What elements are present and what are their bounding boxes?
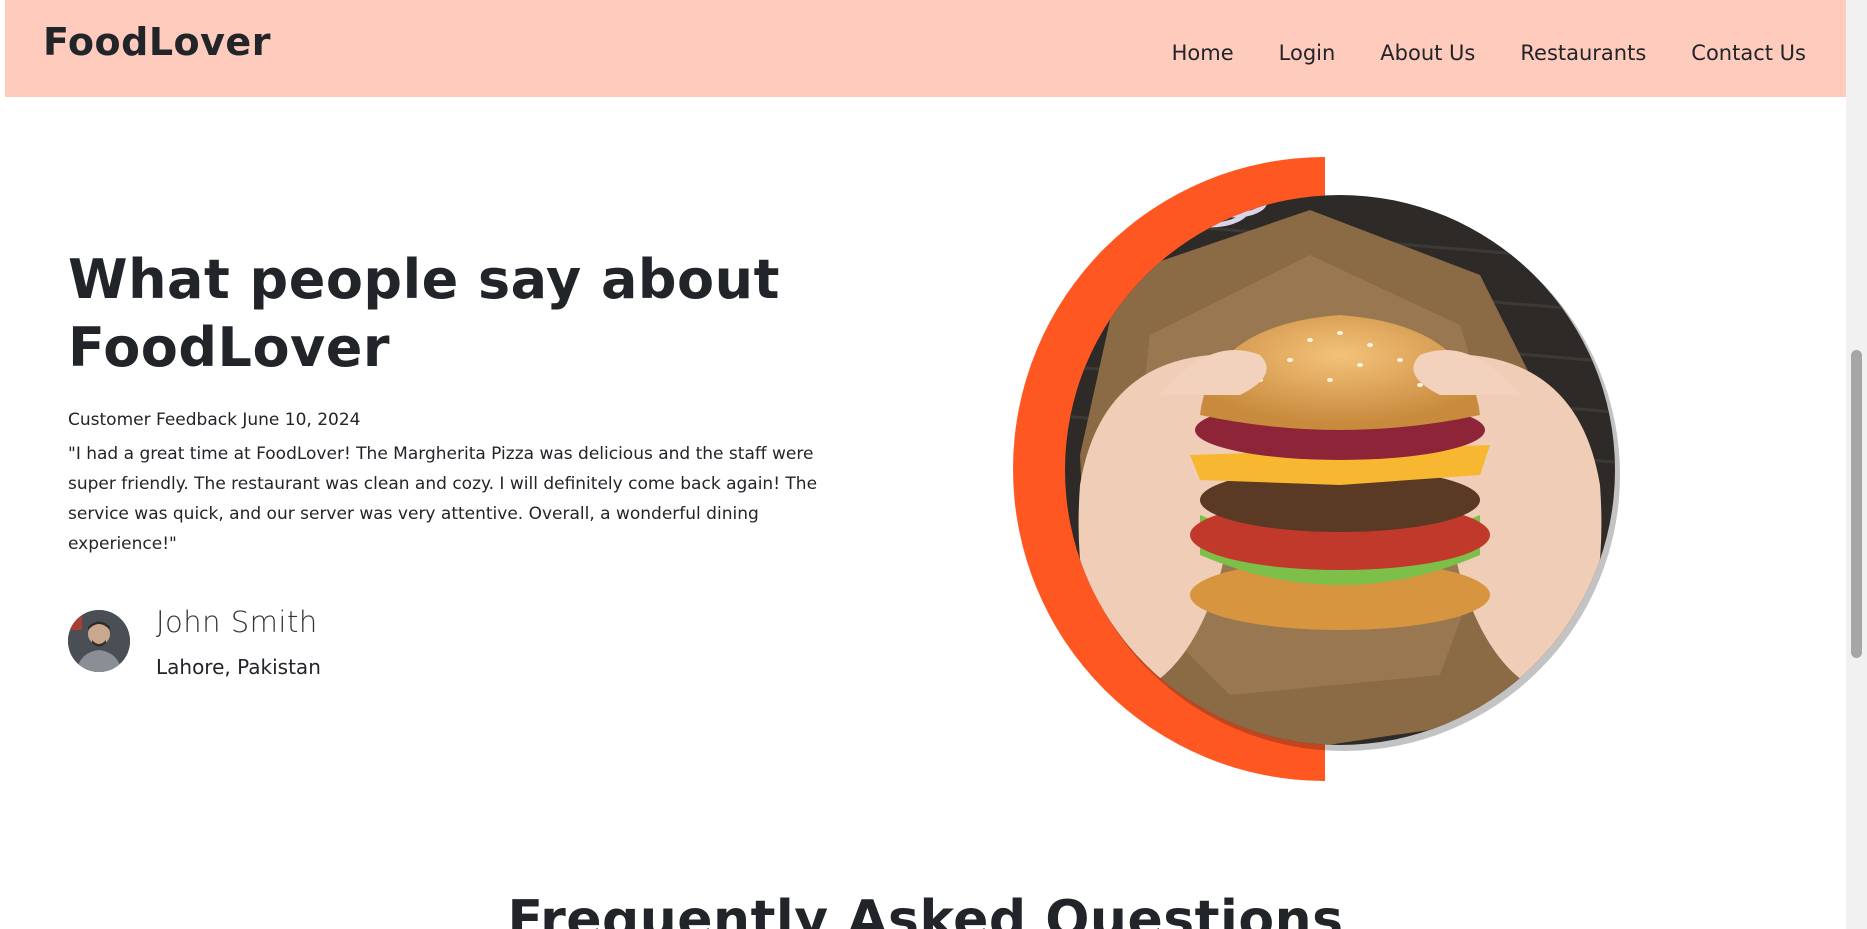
- brand-logo[interactable]: FoodLover: [43, 20, 271, 64]
- scrollbar[interactable]: [1846, 0, 1867, 929]
- avatar: [68, 610, 130, 672]
- main-nav: Home Login About Us Restaurants Contact …: [1127, 41, 1806, 65]
- faq-heading: Frequently Asked Questions: [507, 890, 1344, 929]
- scrollbar-thumb[interactable]: [1851, 350, 1862, 658]
- author-location: Lahore, Pakistan: [156, 655, 321, 679]
- navbar: FoodLover Home Login About Us Restaurant…: [5, 0, 1846, 97]
- nav-link-restaurants[interactable]: Restaurants: [1520, 41, 1646, 65]
- testimonial-quote: "I had a great time at FoodLover! The Ma…: [68, 444, 818, 554]
- nav-link-about-us[interactable]: About Us: [1380, 41, 1475, 65]
- feedback-meta: Customer Feedback June 10, 2024: [68, 410, 361, 430]
- nav-link-home[interactable]: Home: [1172, 41, 1234, 65]
- page: FoodLover Home Login About Us Restaurant…: [5, 0, 1846, 929]
- nav-link-contact-us[interactable]: Contact Us: [1691, 41, 1806, 65]
- burger-image: [1010, 155, 1630, 785]
- author-name: John Smith: [156, 605, 318, 639]
- nav-link-login[interactable]: Login: [1279, 41, 1336, 65]
- testimonial-heading: What people say about FoodLover: [68, 248, 780, 379]
